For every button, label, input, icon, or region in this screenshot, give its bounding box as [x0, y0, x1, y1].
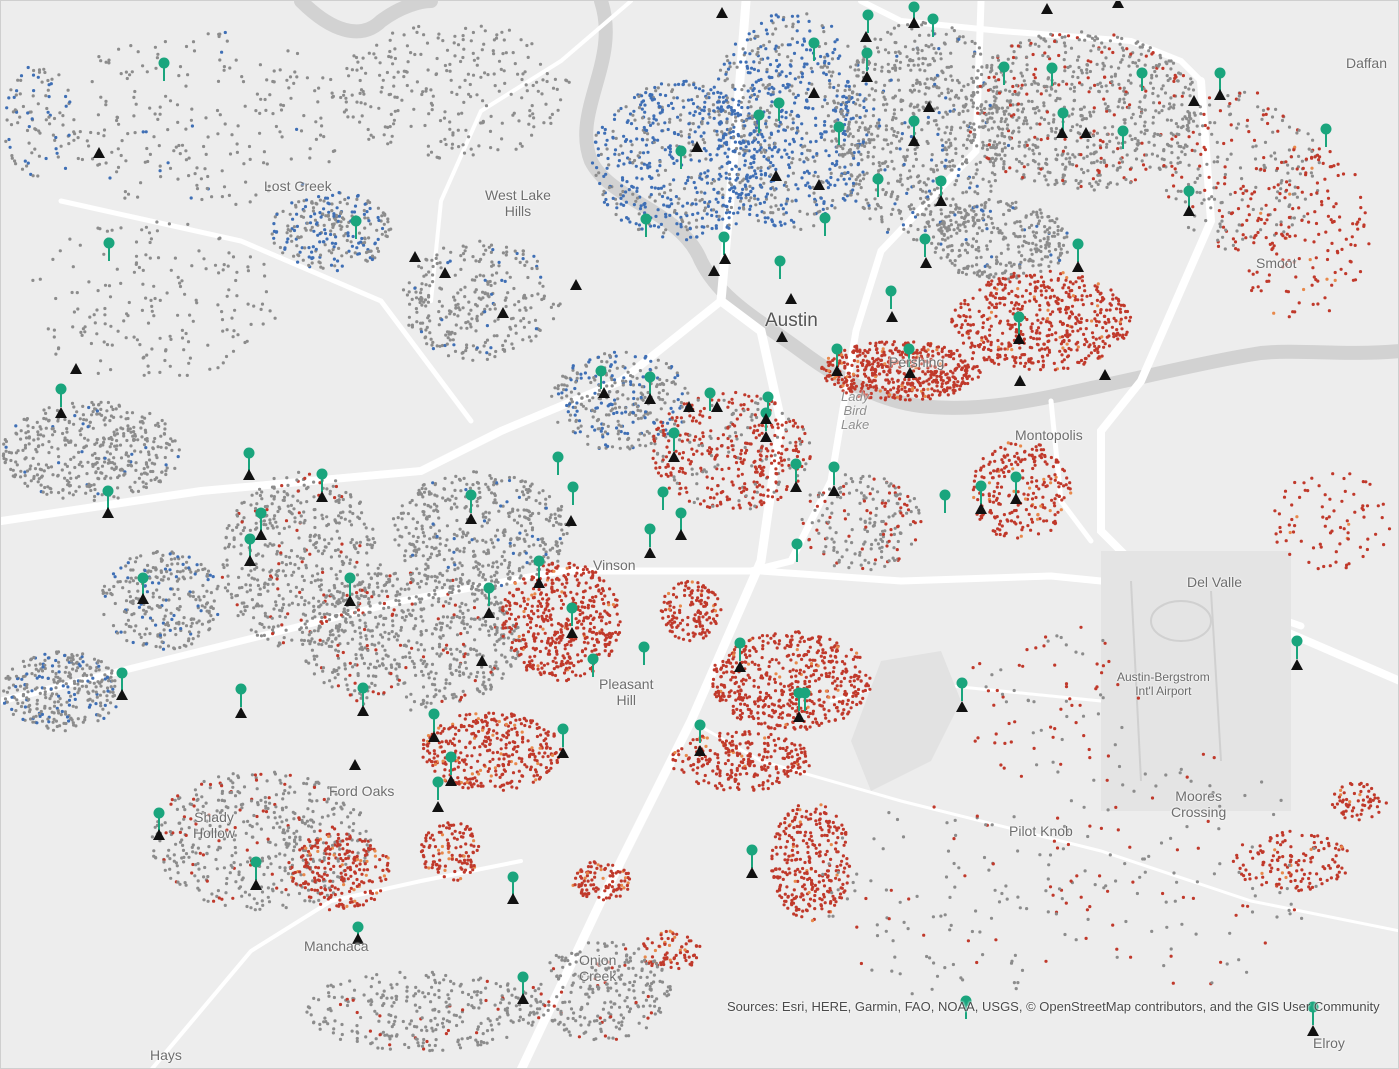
map-view[interactable]: Lost Creek West Lake Hills Austin Pershi…: [0, 0, 1399, 1069]
